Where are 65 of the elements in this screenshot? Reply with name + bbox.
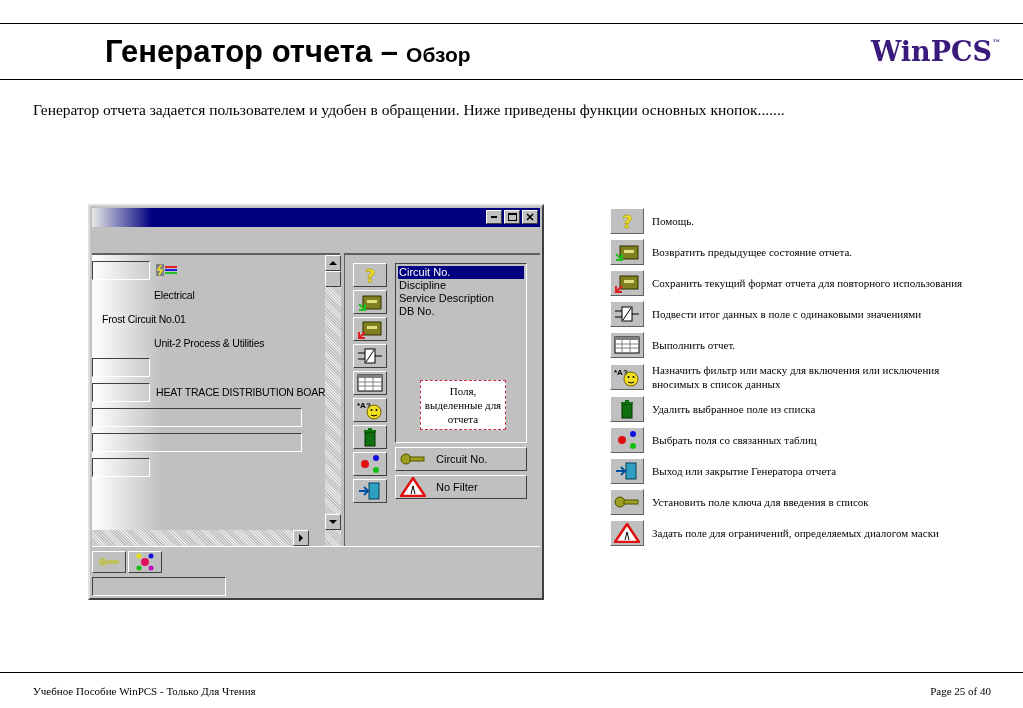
form-text: Unit-2 Process & Utilities [153, 336, 265, 349]
input-field[interactable] [92, 260, 150, 280]
scroll-arrow-icon [297, 534, 306, 542]
legend-text: Назначить фильтр или маску для включения или исключения вносимых в список данных [652, 363, 941, 391]
list-item[interactable]: Circuit No. [398, 265, 524, 279]
slide-subtitle: Обзор [406, 42, 471, 67]
list-item[interactable]: Service Description [398, 291, 524, 305]
toolbar-button[interactable] [92, 551, 126, 573]
toolbar-button[interactable] [128, 551, 162, 573]
input-field[interactable] [92, 457, 150, 477]
legend-text: Сохранить текущий формат отчета для повторного использования [652, 276, 963, 290]
linked-dots-icon [135, 553, 155, 571]
form-text: HEAT TRACE DISTRIBUTION BOAR [156, 386, 326, 399]
toolbar-button[interactable] [353, 370, 387, 395]
legend-text: Установить поле ключа для введения в список [652, 495, 869, 509]
legend-text: Задать поле для ограничений, определяемых диалогом маски [652, 526, 939, 540]
page-number: Page 25 of 40 [930, 684, 991, 697]
intro-text: Генератор отчета задается пользователем и удобен в обращении. Ниже приведены функции основных кнопок....... [32, 100, 786, 120]
trademark-mark: ™ [992, 38, 1001, 48]
footer-text: Учебное Пособие WinPCS - Только Для Чтения [33, 684, 256, 697]
form-text: Electrical [153, 288, 195, 301]
input-field[interactable] [92, 357, 150, 377]
door-arrow-icon [357, 480, 383, 501]
toolbar-button[interactable] [353, 424, 387, 449]
toolbar-button[interactable] [353, 478, 387, 503]
minimize-button[interactable] [486, 210, 502, 225]
legend-text: Подвести итог данных в поле с одинаковыми значениями [652, 307, 922, 321]
input-field[interactable] [92, 382, 150, 402]
legend-text: Выход или закрытие Генератора отчета [652, 464, 837, 478]
legend-text: Удалить выбранное поле из списка [652, 402, 816, 416]
horizontal-scrollbar[interactable] [92, 530, 310, 546]
key-field-button[interactable]: Circuit No. [395, 446, 527, 471]
field-list[interactable]: Circuit No. Discipline Service Description DB No. Поля, выделенные для отчета [395, 262, 527, 443]
table-grid-icon [357, 372, 383, 393]
sum-document-icon [357, 345, 383, 366]
close-icon [526, 213, 534, 222]
callout-note: Поля, выделенные для отчета [420, 379, 506, 430]
close-button[interactable] [522, 210, 538, 225]
toolbar-button[interactable] [353, 343, 387, 368]
toolbar-button[interactable] [353, 289, 387, 314]
key-icon [97, 555, 121, 569]
input-field[interactable] [92, 407, 302, 427]
logo: WinPCS [870, 36, 992, 67]
list-item[interactable]: Discipline [398, 278, 524, 292]
warning-sign-icon [400, 476, 426, 497]
toolbar-button[interactable] [353, 316, 387, 341]
legend-text: Возвратить предыдущее состояние отчета. [652, 245, 853, 259]
form-text: Frost Circuit No.01 [101, 312, 186, 325]
input-field[interactable] [92, 432, 302, 452]
minimize-icon [491, 216, 497, 219]
maximize-icon [507, 213, 517, 222]
legend-text: Выбрать поля со связанных таблиц [652, 433, 817, 447]
input-field[interactable] [92, 577, 226, 596]
legend-text: Помощь. [652, 214, 694, 228]
list-item[interactable]: DB No. [398, 304, 524, 318]
scroll-arrow-icon [329, 258, 338, 267]
filter-button[interactable]: No Filter [395, 474, 527, 499]
question-mark-icon: ? [614, 211, 640, 231]
maximize-button[interactable] [504, 210, 520, 225]
slide-title: Генератор отчета – [105, 33, 399, 70]
folder-arrow-icon [357, 318, 383, 339]
scroll-arrow-icon [329, 518, 338, 526]
toolbar-button[interactable] [353, 451, 387, 476]
legend-text: Выполнить отчет. [652, 338, 736, 352]
vertical-scrollbar[interactable] [325, 254, 342, 546]
